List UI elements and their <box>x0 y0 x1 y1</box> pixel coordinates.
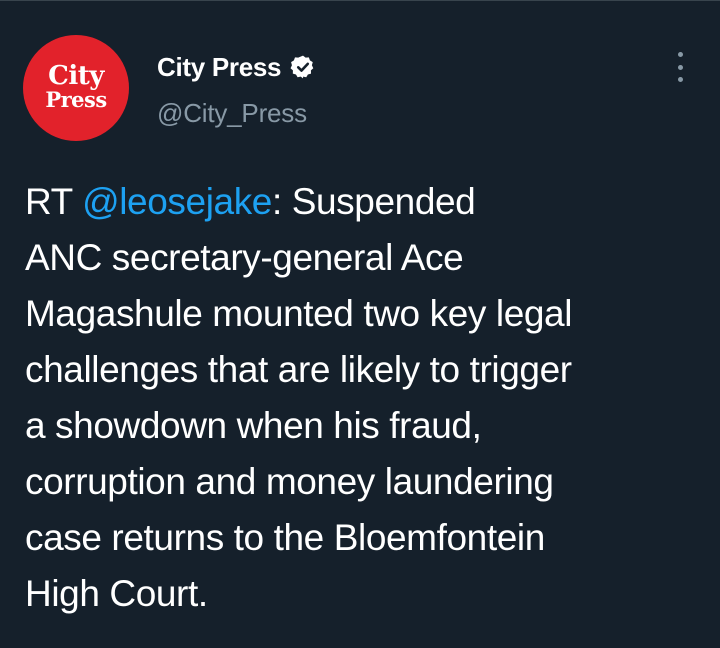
author-name-row[interactable]: City Press <box>157 50 316 84</box>
retweet-prefix: RT <box>25 181 83 222</box>
tweet-text-line: a showdown when his fraud, <box>25 405 482 446</box>
tweet-text-line: RT @leosejake: Suspended <box>25 174 705 230</box>
tweet-text-line: challenges that are likely to trigger <box>25 349 572 390</box>
author-handle[interactable]: @City_Press <box>157 98 307 129</box>
avatar[interactable]: City Press <box>23 35 129 141</box>
more-dot <box>677 77 683 82</box>
avatar-logo-line1: City <box>48 60 104 91</box>
tweet-text-line: corruption and money laundering <box>25 461 554 502</box>
tweet-text-line: case returns to the Bloemfontein <box>25 517 545 558</box>
verified-badge-icon <box>290 54 316 80</box>
author-display-name[interactable]: City Press <box>157 52 281 83</box>
avatar-logo-line2: Press <box>45 86 107 112</box>
top-divider <box>0 0 720 1</box>
tweet-text-line: Magashule mounted two key legal <box>25 293 573 334</box>
tweet-text-line: ANC secretary-general Ace <box>25 237 464 278</box>
more-dot <box>677 52 683 57</box>
more-dot <box>677 64 683 70</box>
more-vertical-icon[interactable] <box>667 52 693 82</box>
tweet-text-fragment: : Suspended <box>271 181 476 222</box>
tweet-text-line: High Court. <box>25 573 208 614</box>
tweet-text: RT @leosejake: Suspended ANC secretary-g… <box>25 174 705 622</box>
mention-link[interactable]: @leosejake <box>82 181 272 222</box>
